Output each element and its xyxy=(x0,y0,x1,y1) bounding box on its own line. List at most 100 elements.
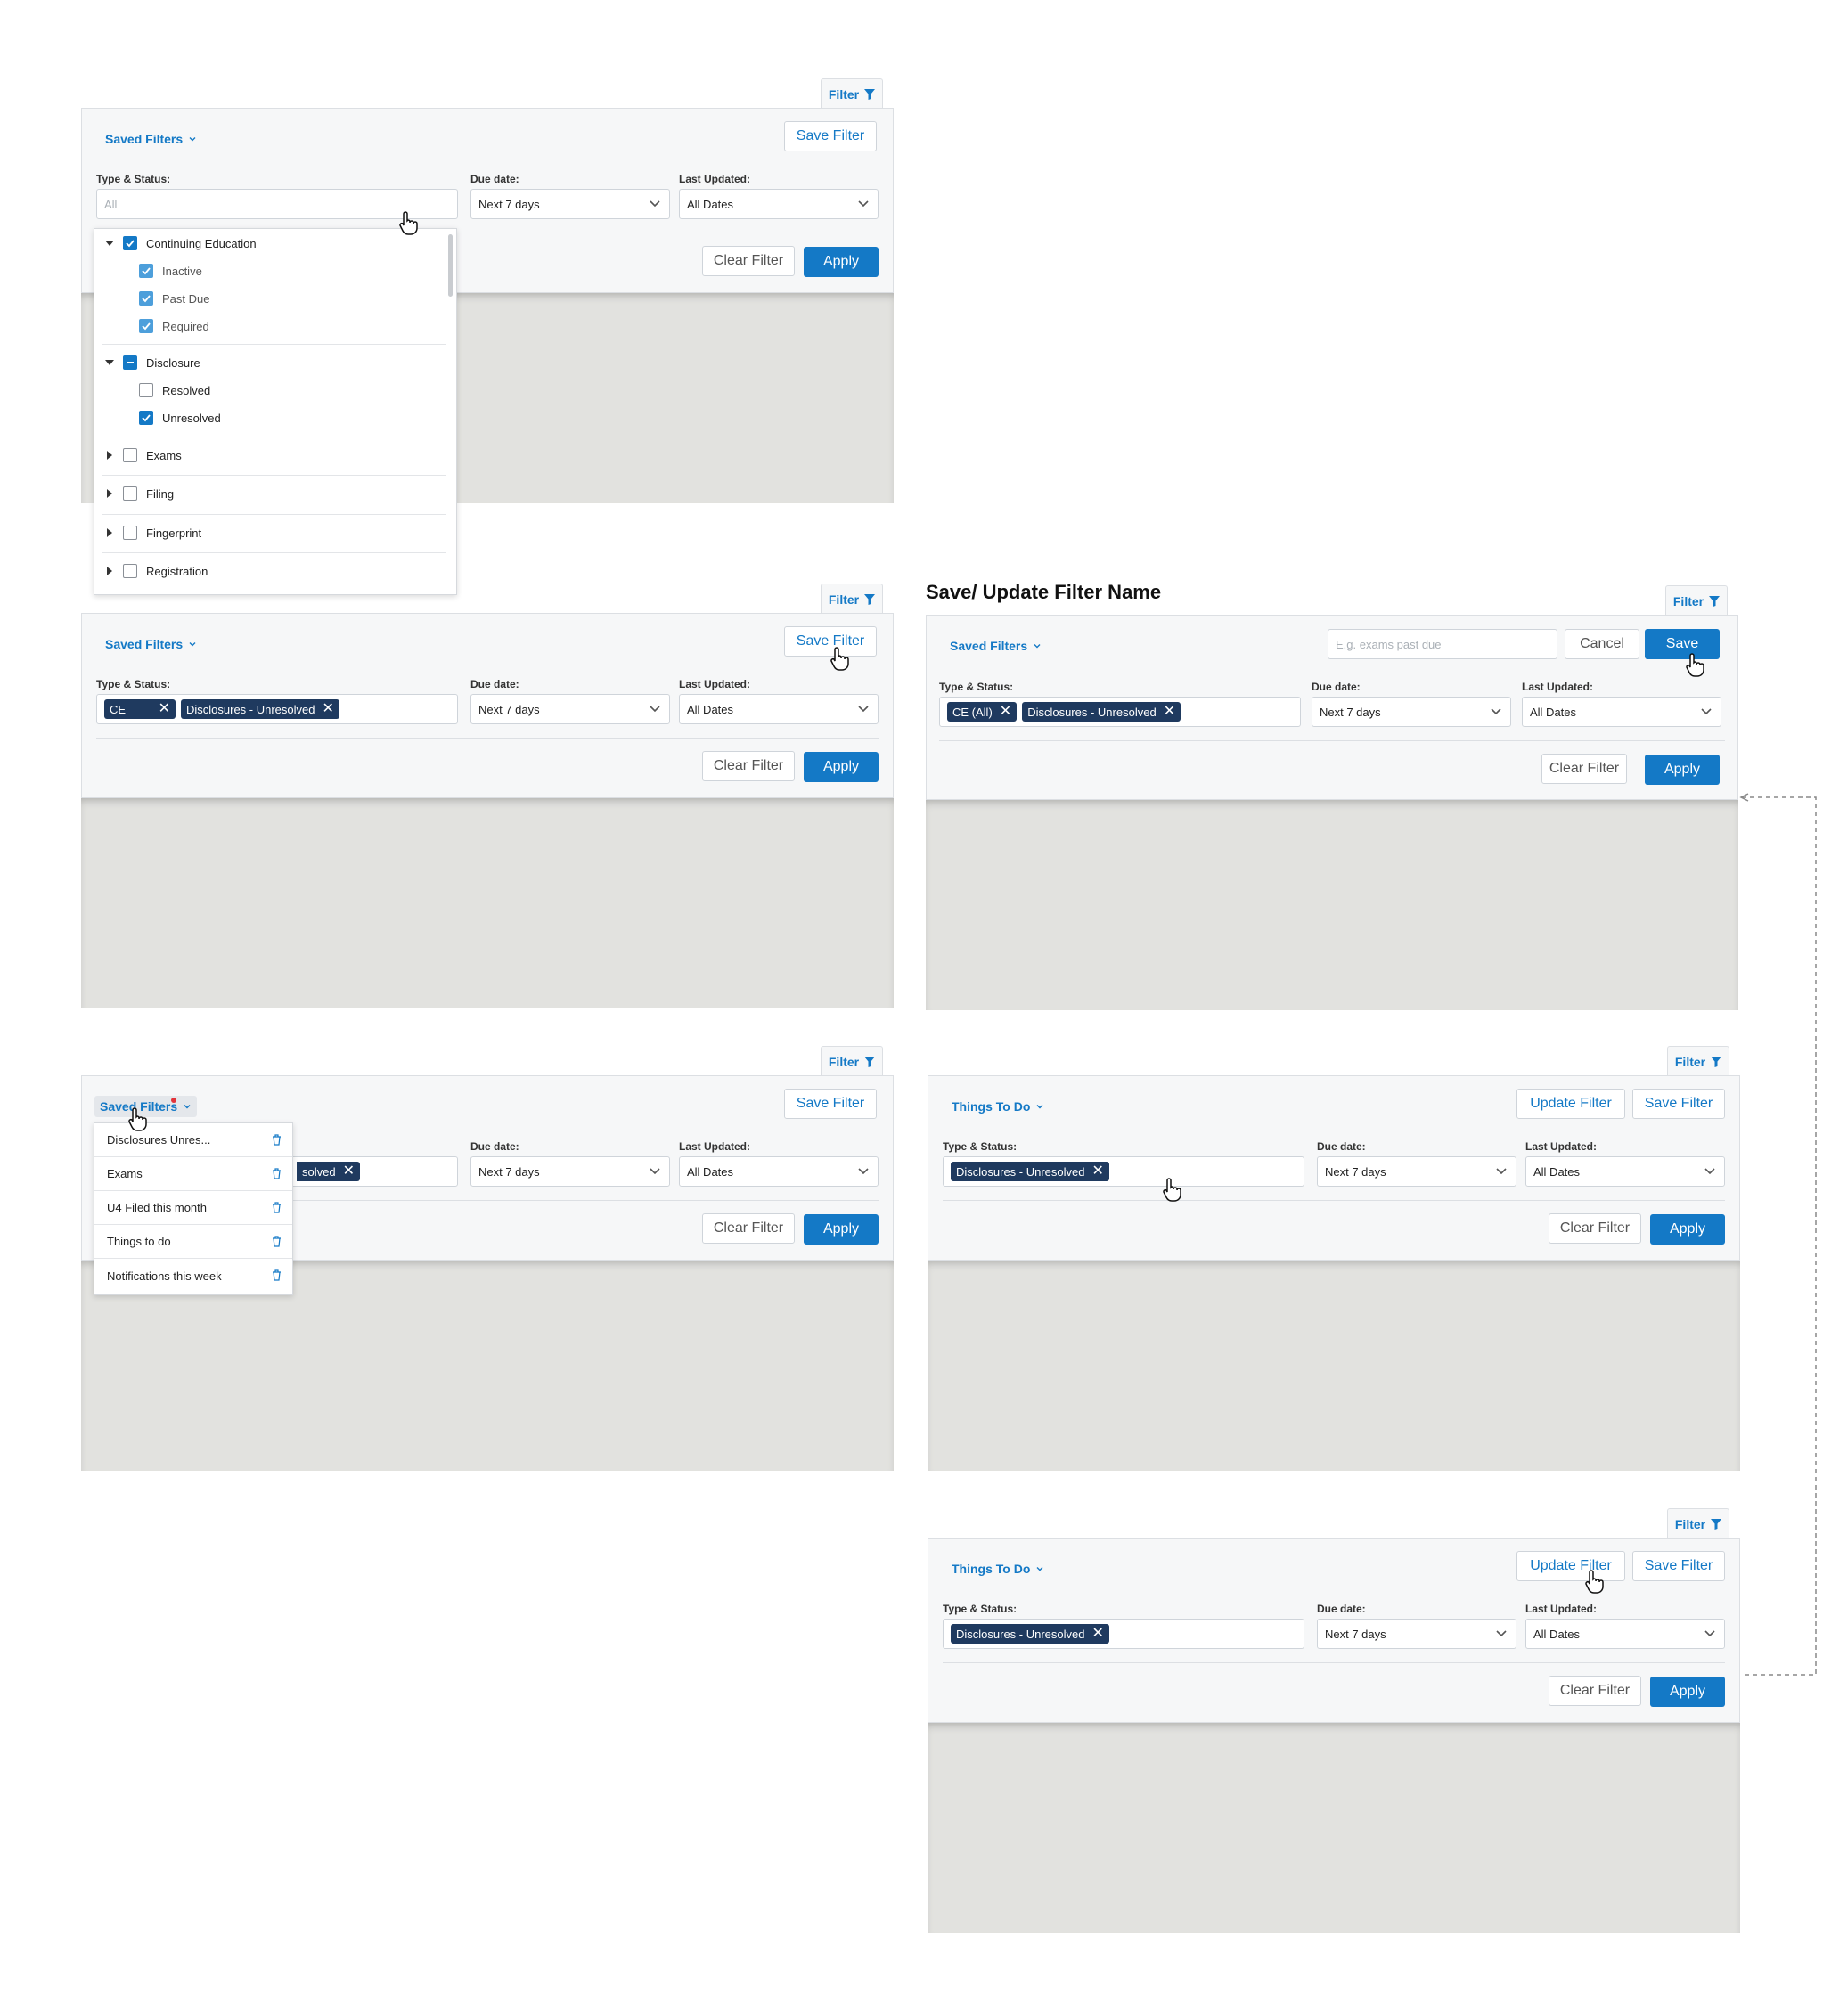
clear-filter-button[interactable]: Clear Filter xyxy=(702,1213,795,1244)
tree-item-filing[interactable]: Filing xyxy=(105,486,174,501)
due-date-select[interactable]: Next 7 days xyxy=(470,694,670,724)
tree-item-disclosure[interactable]: Disclosure xyxy=(105,355,200,370)
tree-item-fingerprint[interactable]: Fingerprint xyxy=(105,526,201,540)
last-updated-select[interactable]: All Dates xyxy=(1525,1619,1725,1649)
expand-arrow-icon[interactable] xyxy=(107,489,112,498)
last-updated-select[interactable]: All Dates xyxy=(1522,697,1721,727)
cancel-button[interactable]: Cancel xyxy=(1565,629,1639,659)
tree-item-registration[interactable]: Registration xyxy=(105,564,208,578)
last-updated-select[interactable]: All Dates xyxy=(679,694,879,724)
type-status-input[interactable]: CE ✕ Disclosures - Unresolved ✕ xyxy=(96,694,458,724)
tree-item-required[interactable]: Required xyxy=(139,319,209,333)
save-filter-button[interactable]: Save Filter xyxy=(784,1089,877,1119)
filter-tab[interactable]: Filter xyxy=(1667,1508,1729,1539)
trash-icon[interactable] xyxy=(272,1236,282,1247)
expand-arrow-icon[interactable] xyxy=(105,241,114,246)
trash-icon[interactable] xyxy=(272,1269,282,1281)
tree-item-exams[interactable]: Exams xyxy=(105,448,182,462)
hand-cursor-icon xyxy=(1163,1178,1181,1202)
type-status-input[interactable]: Disclosures - Unresolved ✕ xyxy=(943,1619,1304,1649)
saved-filters-dropdown[interactable]: Saved Filters xyxy=(100,128,202,150)
saved-filter-item[interactable]: Disclosures Unres... xyxy=(94,1123,292,1157)
due-date-select[interactable]: Next 7 days xyxy=(1317,1156,1516,1187)
checkbox-checked[interactable] xyxy=(139,319,153,333)
clear-filter-button[interactable]: Clear Filter xyxy=(1541,754,1627,784)
apply-button[interactable]: Apply xyxy=(804,752,879,782)
filter-tab[interactable]: Filter xyxy=(821,584,883,614)
filter-tab[interactable]: Filter xyxy=(821,78,883,109)
checkbox-unchecked[interactable] xyxy=(123,564,137,578)
clear-filter-button[interactable]: Clear Filter xyxy=(1549,1676,1641,1706)
update-filter-button[interactable]: Update Filter xyxy=(1516,1551,1625,1581)
close-icon[interactable]: ✕ xyxy=(343,1164,355,1179)
close-icon[interactable]: ✕ xyxy=(159,702,170,716)
clear-filter-button[interactable]: Clear Filter xyxy=(702,246,795,276)
apply-button[interactable]: Apply xyxy=(804,247,879,277)
last-updated-value: All Dates xyxy=(687,197,734,211)
due-date-select[interactable]: Next 7 days xyxy=(470,189,670,219)
tree-item-resolved[interactable]: Resolved xyxy=(139,383,210,397)
apply-button[interactable]: Apply xyxy=(804,1214,879,1245)
apply-button[interactable]: Apply xyxy=(1645,755,1720,785)
filter-tab[interactable]: Filter xyxy=(1667,1046,1729,1076)
checkbox-checked[interactable] xyxy=(139,291,153,306)
save-filter-button[interactable]: Save Filter xyxy=(1632,1089,1725,1119)
save-filter-button[interactable]: Save Filter xyxy=(1632,1551,1725,1581)
tree-item-inactive[interactable]: Inactive xyxy=(139,264,202,278)
last-updated-select[interactable]: All Dates xyxy=(679,189,879,219)
due-date-label: Due date: xyxy=(470,678,519,690)
chevron-down-icon xyxy=(1491,708,1501,715)
type-status-input[interactable]: Disclosures - Unresolved ✕ xyxy=(943,1156,1304,1187)
expand-arrow-icon[interactable] xyxy=(105,360,114,365)
saved-filters-dropdown[interactable]: Things To Do xyxy=(946,1558,1050,1579)
filter-name-input[interactable]: E.g. exams past due xyxy=(1328,629,1557,659)
clear-filter-button[interactable]: Clear Filter xyxy=(1549,1213,1641,1244)
checkbox-indeterminate[interactable] xyxy=(123,355,137,370)
tree-item-unresolved[interactable]: Unresolved xyxy=(139,411,221,425)
checkbox-checked[interactable] xyxy=(123,236,137,250)
filter-tab[interactable]: Filter xyxy=(1665,585,1728,616)
checkbox-unchecked[interactable] xyxy=(123,448,137,462)
saved-filters-dropdown[interactable]: Saved Filters xyxy=(944,635,1047,657)
trash-icon[interactable] xyxy=(272,1168,282,1179)
saved-filter-item[interactable]: Things to do xyxy=(94,1225,292,1259)
checkbox-unchecked[interactable] xyxy=(139,383,153,397)
filter-panel-save-name: Filter Saved Filters E.g. exams past due… xyxy=(926,585,1738,1010)
tree-item-past-due[interactable]: Past Due xyxy=(139,291,209,306)
expand-arrow-icon[interactable] xyxy=(107,528,112,537)
trash-icon[interactable] xyxy=(272,1134,282,1146)
checkbox-unchecked[interactable] xyxy=(123,486,137,501)
apply-button[interactable]: Apply xyxy=(1650,1677,1725,1707)
apply-button[interactable]: Apply xyxy=(1650,1214,1725,1245)
last-updated-select[interactable]: All Dates xyxy=(1525,1156,1725,1187)
save-button[interactable]: Save xyxy=(1645,629,1720,659)
due-date-select[interactable]: Next 7 days xyxy=(1317,1619,1516,1649)
saved-filters-dropdown[interactable]: Things To Do xyxy=(946,1096,1050,1117)
saved-filters-dropdown[interactable]: Saved Filters xyxy=(100,633,202,655)
checkbox-checked[interactable] xyxy=(139,264,153,278)
close-icon[interactable]: ✕ xyxy=(1164,705,1175,719)
checkbox-checked[interactable] xyxy=(139,411,153,425)
close-icon[interactable]: ✕ xyxy=(1092,1164,1104,1179)
saved-filter-item[interactable]: Notifications this week xyxy=(94,1259,292,1293)
close-icon[interactable]: ✕ xyxy=(1000,705,1011,719)
content-placeholder xyxy=(926,800,1738,1010)
due-date-select[interactable]: Next 7 days xyxy=(470,1156,670,1187)
saved-filter-item[interactable]: Exams xyxy=(94,1157,292,1191)
type-status-input[interactable]: CE (All) ✕ Disclosures - Unresolved ✕ xyxy=(939,697,1301,727)
last-updated-select[interactable]: All Dates xyxy=(679,1156,879,1187)
clear-filter-button[interactable]: Clear Filter xyxy=(702,751,795,781)
update-filter-button[interactable]: Update Filter xyxy=(1516,1089,1625,1119)
checkbox-unchecked[interactable] xyxy=(123,526,137,540)
expand-arrow-icon[interactable] xyxy=(107,567,112,575)
scrollbar[interactable] xyxy=(448,234,453,297)
close-icon[interactable]: ✕ xyxy=(323,702,334,716)
filter-tab[interactable]: Filter xyxy=(821,1046,883,1076)
save-filter-button[interactable]: Save Filter xyxy=(784,121,877,151)
tree-item-continuing-education[interactable]: Continuing Education xyxy=(105,236,257,250)
close-icon[interactable]: ✕ xyxy=(1092,1627,1104,1641)
due-date-select[interactable]: Next 7 days xyxy=(1312,697,1511,727)
expand-arrow-icon[interactable] xyxy=(107,451,112,460)
saved-filter-item[interactable]: U4 Filed this month xyxy=(94,1191,292,1225)
trash-icon[interactable] xyxy=(272,1202,282,1213)
